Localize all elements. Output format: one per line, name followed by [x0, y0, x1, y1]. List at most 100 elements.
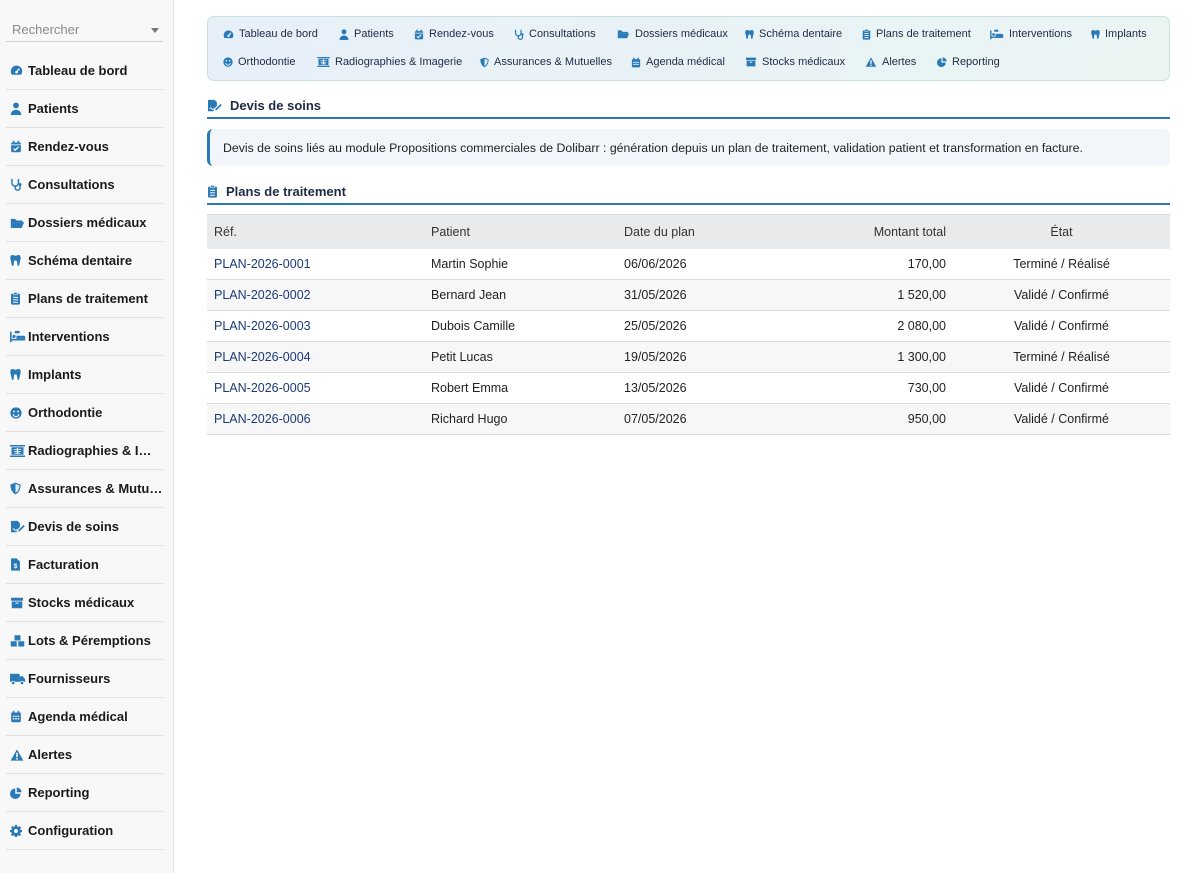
sidebar: Rechercher Tableau de bord Patients Rendez… [0, 0, 174, 873]
top-nav-label: Interventions [1009, 28, 1072, 40]
plan-ref-link[interactable]: PLAN-2026-0001 [214, 257, 311, 271]
sidebar-item-tableau-de-bord[interactable]: Tableau de bord [6, 52, 163, 90]
table-row: PLAN-2026-0002 Bernard Jean 31/05/2026 1 52… [207, 280, 1170, 311]
cell-etat: Validé / Confirmé [1014, 319, 1109, 333]
cell-montant: 950,00 [907, 412, 946, 426]
box-icon [10, 597, 28, 609]
cell-patient: Bernard Jean [431, 288, 507, 302]
sidebar-item-reporting[interactable]: Reporting [6, 774, 163, 812]
top-nav-agenda-medical[interactable]: Agenda médical [631, 56, 725, 68]
top-nav-label: Stocks médicaux [762, 56, 846, 68]
top-nav-label: Tableau de bord [239, 28, 318, 40]
top-nav-patients[interactable]: Patients [339, 28, 394, 40]
clipboard-list-icon [207, 185, 218, 198]
cell-date: 06/06/2026 [624, 257, 687, 271]
sidebar-item-radiographies-imagerie[interactable]: Radiographies & Imagerie [6, 432, 163, 470]
cell-etat: Validé / Confirmé [1014, 412, 1109, 426]
plan-ref-link[interactable]: PLAN-2026-0005 [214, 381, 311, 395]
plan-ref-link[interactable]: PLAN-2026-0004 [214, 350, 311, 364]
cell-patient: Martin Sophie [431, 257, 509, 271]
table-row: PLAN-2026-0001 Martin Sophie 06/06/2026 170… [207, 249, 1170, 280]
top-nav-tableau-de-bord[interactable]: Tableau de bord [223, 28, 318, 40]
warning-icon [10, 748, 28, 761]
sidebar-item-devis-de-soins[interactable]: Devis de soins [6, 508, 163, 546]
cell-montant: 2 080,00 [897, 319, 946, 333]
sidebar-item-rendez-vous[interactable]: Rendez-vous [6, 128, 163, 166]
sidebar-item-plans-de-traitement[interactable]: Plans de traitement [6, 280, 163, 318]
sidebar-item-schema-dentaire[interactable]: Schéma dentaire [6, 242, 163, 280]
sidebar-item-label: Rendez-vous [28, 139, 109, 154]
user-icon [339, 28, 349, 40]
sidebar-item-label: Fournisseurs [28, 671, 111, 686]
sidebar-item-lots-peremptions[interactable]: Lots & Péremptions [6, 622, 163, 660]
top-nav-stocks-medicaux[interactable]: Stocks médicaux [745, 56, 845, 68]
table-body: PLAN-2026-0001 Martin Sophie 06/06/2026 170… [207, 249, 1170, 435]
top-nav-label: Rendez-vous [429, 28, 494, 40]
top-nav-plans-de-traitement[interactable]: Plans de traitement [862, 28, 971, 40]
sidebar-item-label: Reporting [28, 785, 90, 800]
sidebar-item-configuration[interactable]: Configuration [6, 812, 163, 850]
top-nav-interventions[interactable]: Interventions [990, 28, 1072, 40]
sidebar-item-label: Consultations [28, 177, 115, 192]
procedures-icon [10, 330, 28, 343]
sidebar-item-patients[interactable]: Patients [6, 90, 163, 128]
col-header-date[interactable]: Date du plan [624, 225, 695, 239]
clipboard-list-icon [10, 292, 28, 305]
sidebar-item-implants[interactable]: Implants [6, 356, 163, 394]
plan-ref-link[interactable]: PLAN-2026-0002 [214, 288, 311, 302]
col-header-patient[interactable]: Patient [431, 225, 470, 239]
search-select[interactable]: Rechercher [6, 18, 163, 42]
sidebar-item-stocks-medicaux[interactable]: Stocks médicaux [6, 584, 163, 622]
cell-montant: 730,00 [907, 381, 946, 395]
chevron-down-icon[interactable] [151, 28, 159, 33]
col-header-montant[interactable]: Montant total [874, 225, 946, 239]
sidebar-item-fournisseurs[interactable]: Fournisseurs [6, 660, 163, 698]
top-nav-rendez-vous[interactable]: Rendez-vous [414, 28, 494, 40]
top-nav-schema-dentaire[interactable]: Schéma dentaire [745, 28, 842, 40]
file-signature-icon [10, 520, 28, 533]
cell-patient: Petit Lucas [431, 350, 493, 364]
sidebar-item-alertes[interactable]: Alertes [6, 736, 163, 774]
stethoscope-icon [514, 29, 524, 40]
sidebar-item-dossiers-medicaux[interactable]: Dossiers médicaux [6, 204, 163, 242]
top-nav-assurances-mutuelles[interactable]: Assurances & Mutuelles [480, 56, 612, 68]
truck-icon [10, 673, 28, 685]
col-header-ref[interactable]: Réf. [214, 225, 237, 239]
sidebar-item-label: Configuration [28, 823, 114, 838]
table-header: Réf. Patient Date du plan Montant total … [207, 214, 1170, 249]
sidebar-item-agenda-medical[interactable]: Agenda médical [6, 698, 163, 736]
top-nav-label: Dossiers médicaux [635, 28, 728, 40]
plans-table: Réf. Patient Date du plan Montant total … [207, 214, 1170, 435]
top-nav-orthodontie[interactable]: Orthodontie [223, 56, 295, 68]
sidebar-item-label: Alertes [28, 747, 73, 762]
top-nav-implants[interactable]: Implants [1091, 28, 1147, 40]
cell-date: 25/05/2026 [624, 319, 687, 333]
top-nav-alertes[interactable]: Alertes [865, 56, 916, 68]
top-nav-dossiers-medicaux[interactable]: Dossiers médicaux [617, 28, 728, 40]
col-header-etat[interactable]: État [994, 225, 1129, 239]
devis-section-title: Devis de soins [230, 98, 322, 113]
sidebar-item-assurances-mutuelles[interactable]: Assurances & Mutuelles [6, 470, 163, 508]
top-nav-label: Schéma dentaire [759, 28, 843, 40]
top-nav-consultations[interactable]: Consultations [514, 28, 596, 40]
top-nav-reporting[interactable]: Reporting [937, 56, 1000, 68]
gauge-icon [223, 29, 234, 40]
sidebar-item-facturation[interactable]: $ Facturation [6, 546, 163, 584]
table-row: PLAN-2026-0003 Dubois Camille 25/05/2026 2 … [207, 311, 1170, 342]
procedures-icon [990, 29, 1004, 40]
cell-date: 31/05/2026 [624, 288, 687, 302]
cell-date: 13/05/2026 [624, 381, 687, 395]
sidebar-item-consultations[interactable]: Consultations [6, 166, 163, 204]
top-nav-label: Alertes [882, 56, 917, 68]
top-nav-label: Agenda médical [646, 56, 725, 68]
file-signature-icon [207, 99, 222, 112]
sidebar-item-label: Dossiers médicaux [28, 215, 147, 230]
cell-montant: 170,00 [907, 257, 946, 271]
tooth-icon [10, 368, 28, 381]
plan-ref-link[interactable]: PLAN-2026-0003 [214, 319, 311, 333]
top-nav-radiographies-imagerie[interactable]: Radiographies & Imagerie [317, 56, 462, 68]
table-row: PLAN-2026-0004 Petit Lucas 19/05/2026 1 300… [207, 342, 1170, 373]
sidebar-item-orthodontie[interactable]: Orthodontie [6, 394, 163, 432]
sidebar-item-interventions[interactable]: Interventions [6, 318, 163, 356]
plan-ref-link[interactable]: PLAN-2026-0006 [214, 412, 311, 426]
